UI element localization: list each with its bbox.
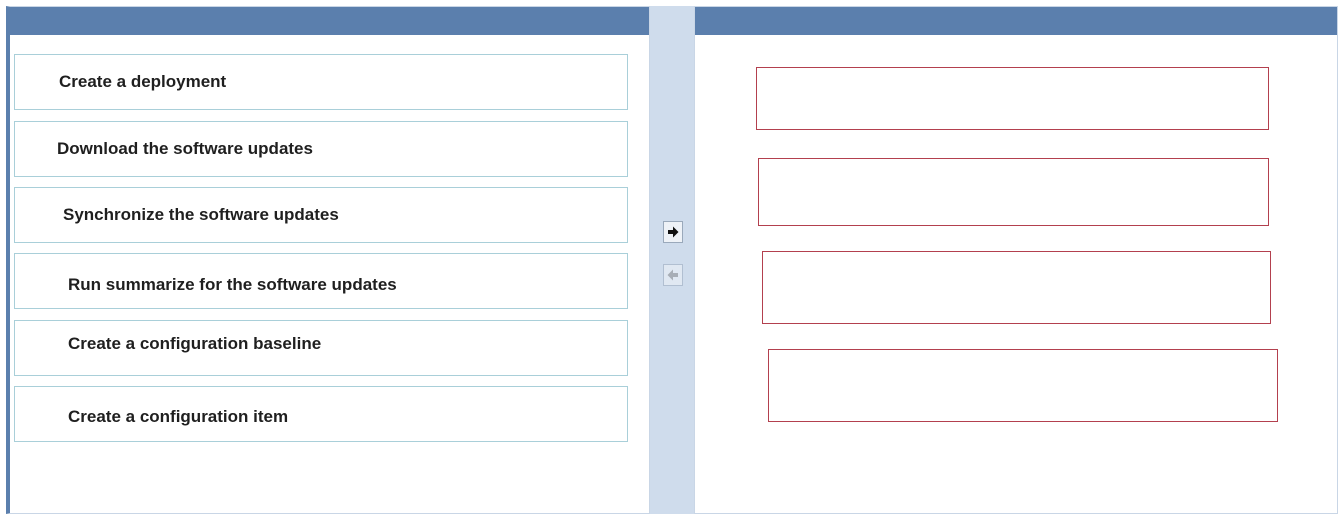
move-right-button[interactable] <box>663 221 683 243</box>
target-slot-1[interactable] <box>756 67 1269 130</box>
move-left-button[interactable] <box>663 264 683 286</box>
source-item-label: Create a configuration item <box>68 407 289 426</box>
source-item-label: Run summarize for the software updates <box>68 275 397 294</box>
target-slot-3[interactable] <box>762 251 1271 324</box>
source-item-label: Create a deployment <box>59 72 227 91</box>
source-item-download-updates[interactable]: Download the software updates <box>14 121 628 177</box>
arrow-right-icon <box>668 226 679 238</box>
target-slot-4[interactable] <box>768 349 1278 422</box>
source-item-synchronize-updates[interactable]: Synchronize the software updates <box>14 187 628 243</box>
source-item-create-configuration-item[interactable]: Create a configuration item <box>14 386 628 442</box>
source-item-create-deployment[interactable]: Create a deployment <box>14 54 628 110</box>
source-item-label: Create a configuration baseline <box>68 334 322 353</box>
source-item-label: Download the software updates <box>57 139 313 158</box>
source-item-create-baseline[interactable]: Create a configuration baseline <box>14 320 628 376</box>
target-slot-2[interactable] <box>758 158 1269 226</box>
arrow-left-icon <box>667 269 678 281</box>
source-item-label: Synchronize the software updates <box>63 205 339 224</box>
source-panel-header <box>10 7 649 35</box>
source-item-run-summarize[interactable]: Run summarize for the software updates <box>14 253 628 309</box>
target-panel-header <box>695 7 1337 35</box>
center-gutter <box>650 6 694 514</box>
